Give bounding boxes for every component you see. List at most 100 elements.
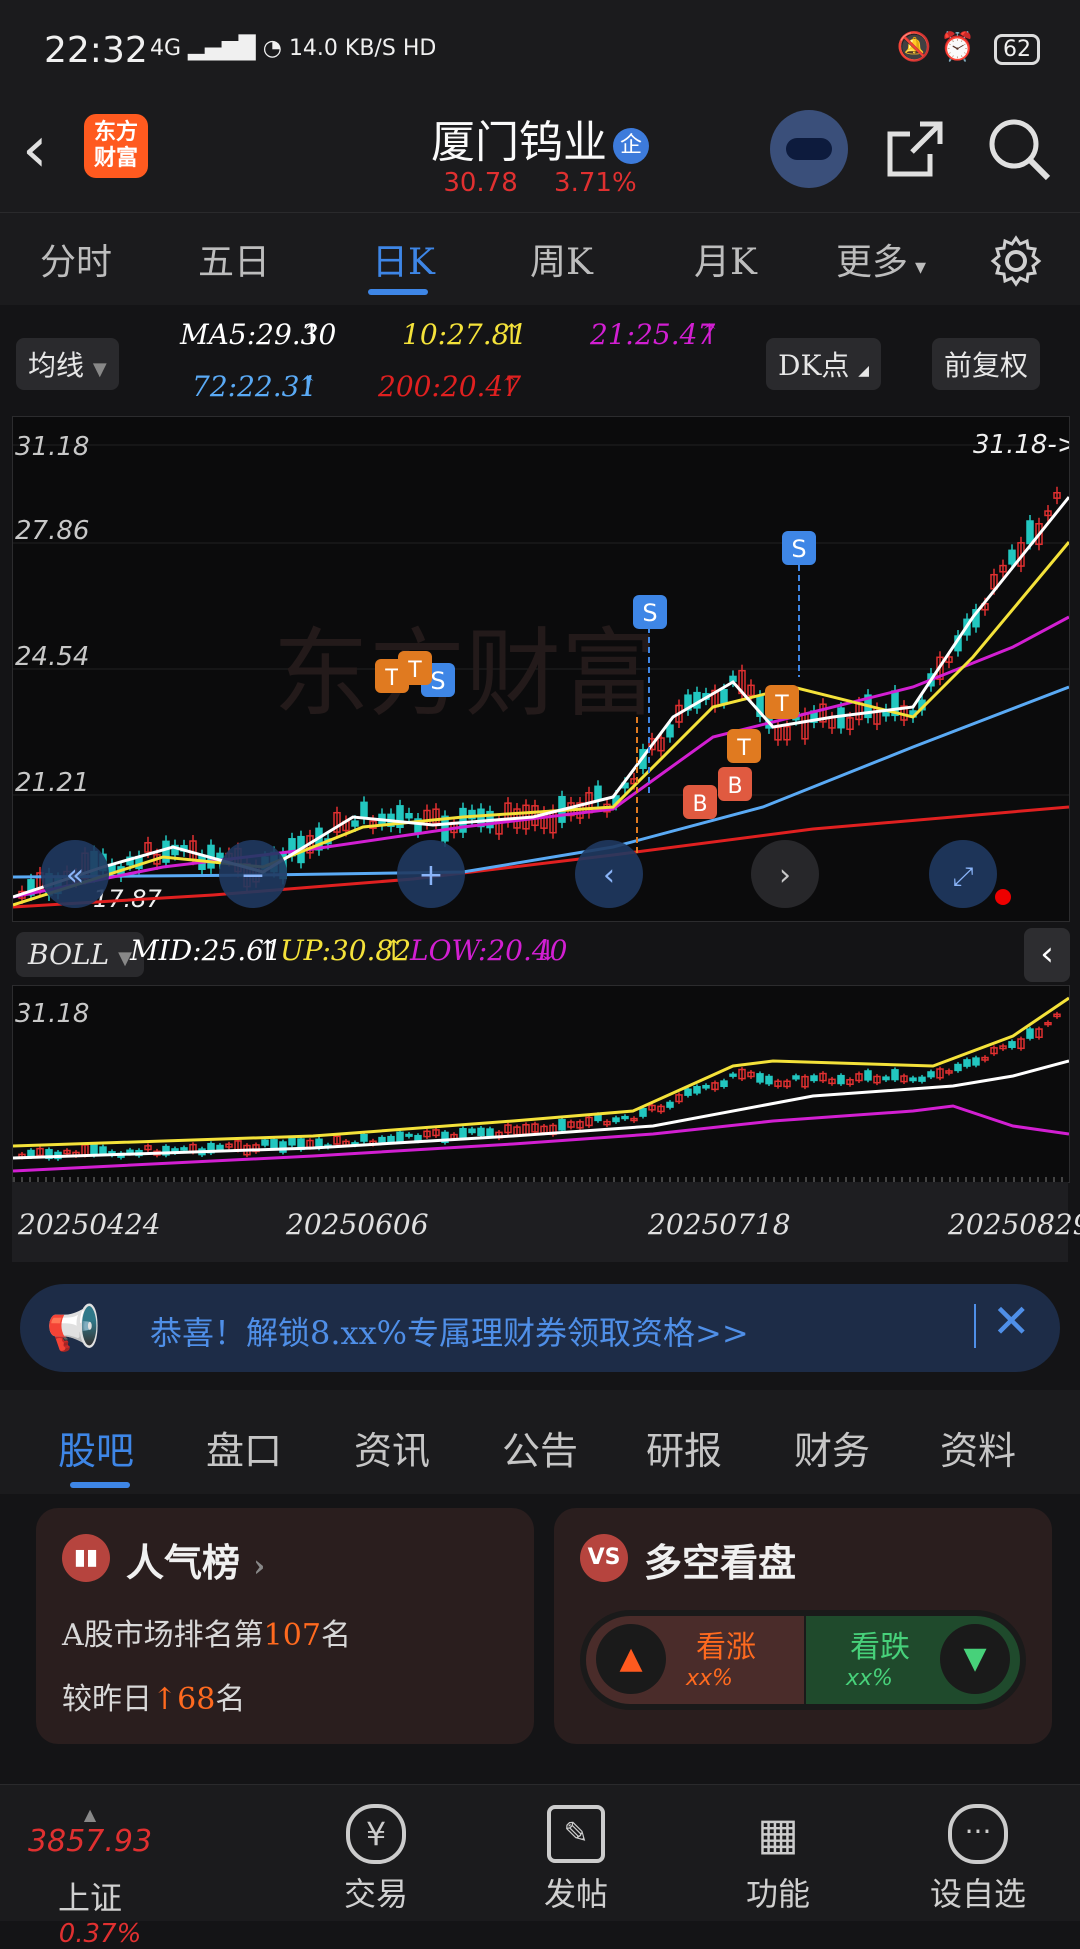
svg-text:B: B	[727, 774, 742, 799]
boll-low-down-arrow: ↓	[536, 934, 560, 967]
stock-price: 30.78	[443, 168, 518, 198]
svg-text:⤢: ⤢	[953, 862, 974, 892]
tab-more[interactable]: 更多 ▾	[836, 233, 926, 285]
svg-text:S: S	[642, 599, 657, 627]
dk-button[interactable]: DK点 ◢	[766, 338, 882, 390]
index-change: 0.37%	[58, 1919, 142, 1949]
tab-order-book[interactable]: 盘口	[206, 1420, 282, 1475]
ma-selector[interactable]: 均线 ▼	[16, 338, 119, 390]
candle	[864, 1070, 872, 1081]
y-label-2: 27.86	[15, 516, 89, 546]
chevron-up-icon: ▲	[83, 1805, 97, 1824]
megaphone-icon: 📢	[46, 1303, 101, 1354]
rank-change-suffix: 名	[215, 1682, 246, 1717]
candle	[621, 1115, 629, 1120]
nav-post[interactable]: ✎ 发帖	[506, 1805, 646, 1915]
search-icon[interactable]	[984, 114, 1054, 184]
zoom-out-button[interactable]: −	[219, 840, 287, 908]
prev-button[interactable]: ‹	[575, 840, 643, 908]
nav-index[interactable]: ▲ 3857.93 上证 0.37%	[20, 1805, 160, 1949]
vs-icon: VS	[580, 1534, 628, 1582]
index-value: 3857.93	[27, 1824, 153, 1859]
tab-weekly-k[interactable]: 周K	[530, 233, 593, 285]
status-bar: 22:32 4G ▂▄▆█ ◔ 14.0 KB/S HD 🔕 ⏰ 62	[0, 0, 1080, 100]
candle	[396, 1131, 404, 1142]
candlestick-chart[interactable]: 东方财富 31.18 27.86 24.54 21.21 31.18-> 17.…	[12, 416, 1070, 922]
zoom-in-button[interactable]: +	[397, 840, 465, 908]
tab-daily-k[interactable]: 日K	[372, 233, 435, 285]
t-marker[interactable]: T	[727, 729, 761, 763]
more-dots-icon: ···	[908, 1804, 1048, 1864]
bear-vote[interactable]: 看跌 xx% ▼	[806, 1616, 1020, 1704]
boll-chart[interactable]: 31.18	[12, 985, 1070, 1183]
candle	[1026, 520, 1034, 545]
close-icon[interactable]: ✕	[992, 1294, 1031, 1348]
vote-bar: ▲ 看涨 xx% 看跌 xx% ▼	[580, 1610, 1026, 1710]
ma10-up-arrow: ↑	[500, 318, 524, 351]
ma-selector-label: 均线	[28, 349, 85, 382]
t-marker[interactable]: T	[765, 685, 799, 719]
assistant-robot-icon[interactable]	[770, 110, 848, 188]
tab-announcements[interactable]: 公告	[502, 1420, 578, 1475]
fullscreen-button[interactable]: ⤢	[929, 840, 997, 908]
bear-pct: xx%	[846, 1666, 893, 1691]
candle	[756, 1073, 764, 1083]
tab-research[interactable]: 研报	[646, 1420, 722, 1475]
battery-icon: 62	[994, 34, 1040, 65]
gear-icon[interactable]	[990, 235, 1042, 287]
promo-banner[interactable]: 📢 恭喜！解锁8.xx%专属理财券领取资格>> ✕	[20, 1284, 1060, 1372]
candle	[792, 1075, 800, 1080]
sell-marker[interactable]: S	[782, 531, 816, 565]
active-tab-indicator	[70, 1482, 130, 1488]
popularity-card[interactable]: ▮▮ 人气榜 › A股市场排名第107名 较昨日↑68名	[36, 1508, 534, 1744]
tab-timeshare[interactable]: 分时	[40, 233, 112, 285]
buy-marker[interactable]: B	[718, 767, 752, 801]
rank-line: A股市场排名第107名	[62, 1610, 351, 1654]
candle	[666, 1101, 674, 1108]
candle	[414, 1134, 422, 1142]
adjust-button[interactable]: 前复权	[932, 338, 1041, 390]
candle	[486, 1128, 494, 1137]
candle	[684, 1088, 692, 1096]
bull-vote[interactable]: ▲ 看涨 xx%	[586, 1616, 804, 1704]
nav-trade[interactable]: ¥ 交易	[306, 1804, 446, 1915]
nav-functions[interactable]: ▦ 功能	[708, 1805, 848, 1915]
boll-top-label: 31.18	[15, 999, 89, 1029]
mute-icon: 🔕	[896, 30, 932, 63]
candle	[270, 1139, 278, 1149]
tab-forum[interactable]: 股吧	[58, 1420, 134, 1475]
date-label-1: 20250424	[18, 1208, 161, 1241]
bull-bear-card: VS 多空看盘 ▲ 看涨 xx% 看跌 xx% ▼	[554, 1508, 1052, 1744]
sub-indicator-selector[interactable]: BOLL ▼	[16, 932, 144, 977]
corner-triangle-icon: ◢	[858, 363, 870, 379]
status-time: 22:32	[44, 30, 148, 71]
divider	[974, 1304, 976, 1348]
svg-text:+: +	[418, 858, 443, 893]
tab-monthly-k[interactable]: 月K	[694, 233, 757, 285]
next-button[interactable]: ›	[751, 840, 819, 908]
collapse-panel-button[interactable]: ‹	[1024, 928, 1070, 982]
y-label-4: 21.21	[15, 768, 89, 798]
promo-text: 恭喜！解锁8.xx%专属理财券领取资格>>	[150, 1314, 749, 1352]
tab-five-day[interactable]: 五日	[198, 233, 270, 285]
rewind-button[interactable]: «	[41, 840, 109, 908]
candle	[405, 1133, 413, 1137]
candle	[954, 1063, 962, 1072]
share-icon[interactable]	[880, 114, 950, 184]
ma72-up-arrow: ↑	[296, 370, 320, 403]
tab-news[interactable]: 资讯	[354, 1420, 430, 1475]
nav-watchlist[interactable]: ··· 设自选	[908, 1804, 1048, 1915]
status-icons: 🔕 ⏰ 62	[896, 30, 1040, 65]
network-indicator: 4G ▂▄▆█ ◔ 14.0 KB/S HD	[150, 36, 436, 61]
t-marker[interactable]: T	[398, 651, 432, 685]
tab-finance[interactable]: 财务	[794, 1420, 870, 1475]
candle	[1008, 549, 1016, 565]
candle	[387, 1135, 395, 1143]
sell-marker[interactable]: S	[633, 595, 667, 629]
stock-name: 厦门钨业	[431, 117, 607, 168]
buy-marker[interactable]: B	[683, 785, 717, 819]
candle	[702, 1084, 710, 1089]
chevron-down-icon: ▾	[908, 255, 927, 280]
chevron-down-icon: ▼	[92, 359, 107, 380]
tab-profile[interactable]: 资料	[940, 1420, 1016, 1475]
